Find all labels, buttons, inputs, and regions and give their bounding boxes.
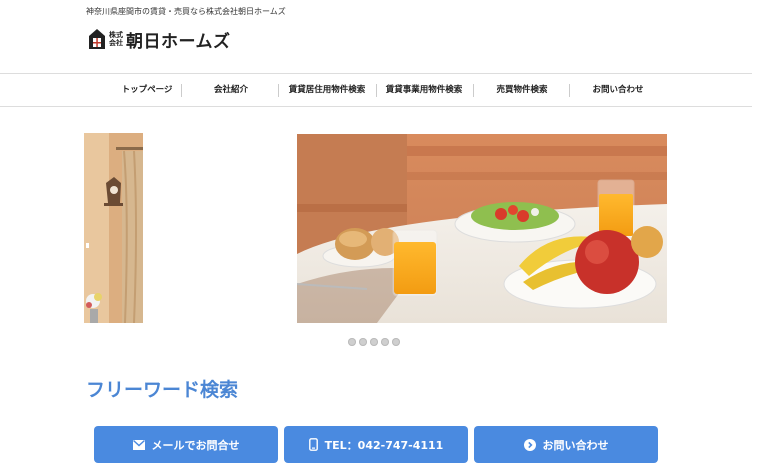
slider-dot[interactable]	[348, 338, 356, 346]
phone-icon	[308, 438, 318, 451]
mail-contact-label: メールでお問合せ	[151, 438, 240, 452]
logo-kaisha-top: 株式	[109, 31, 123, 39]
global-nav: トップページ 会社紹介 賃貸居住用物件検索 賃貸事業用物件検索 売買物件検索 お…	[0, 73, 752, 107]
tel-label: TEL：042-747-4111	[324, 438, 444, 452]
logo-kaisha-bottom: 会社	[109, 39, 123, 47]
freeword-search-title: フリーワード検索	[86, 379, 239, 401]
chevron-right-circle-icon	[523, 438, 536, 451]
slider-dot[interactable]	[392, 338, 400, 346]
mail-icon	[132, 439, 145, 450]
mail-contact-button[interactable]: メールでお問合せ	[94, 426, 278, 463]
slider-dot[interactable]	[359, 338, 367, 346]
contact-button[interactable]: お問い合わせ	[474, 426, 658, 463]
nav-item-sale[interactable]: 売買物件検索	[474, 74, 570, 106]
logo-company-name: 朝日ホームズ	[126, 31, 231, 52]
slide-image-breakfast[interactable]	[297, 134, 667, 323]
nav-divider	[181, 84, 182, 97]
slider-pagination	[348, 338, 400, 346]
house-logo-icon	[89, 29, 105, 49]
nav-item-rental-business[interactable]: 賃貸事業用物件検索	[376, 74, 472, 106]
tel-button[interactable]: TEL：042-747-4111	[284, 426, 468, 463]
logo-company-type: 株式 会社	[109, 31, 123, 47]
nav-item-company[interactable]: 会社紹介	[186, 74, 276, 106]
slider-dot[interactable]	[381, 338, 389, 346]
nav-item-contact[interactable]: お問い合わせ	[570, 74, 666, 106]
nav-item-rental-residential[interactable]: 賃貸居住用物件検索	[279, 74, 375, 106]
site-tagline: 神奈川県座間市の賃貸・売買なら株式会社朝日ホームズ	[86, 7, 286, 16]
slide-image-interior[interactable]	[84, 133, 143, 323]
site-logo[interactable]: 株式 会社 朝日ホームズ	[88, 27, 231, 52]
contact-label: お問い合わせ	[542, 438, 609, 452]
slider-dot[interactable]	[370, 338, 378, 346]
